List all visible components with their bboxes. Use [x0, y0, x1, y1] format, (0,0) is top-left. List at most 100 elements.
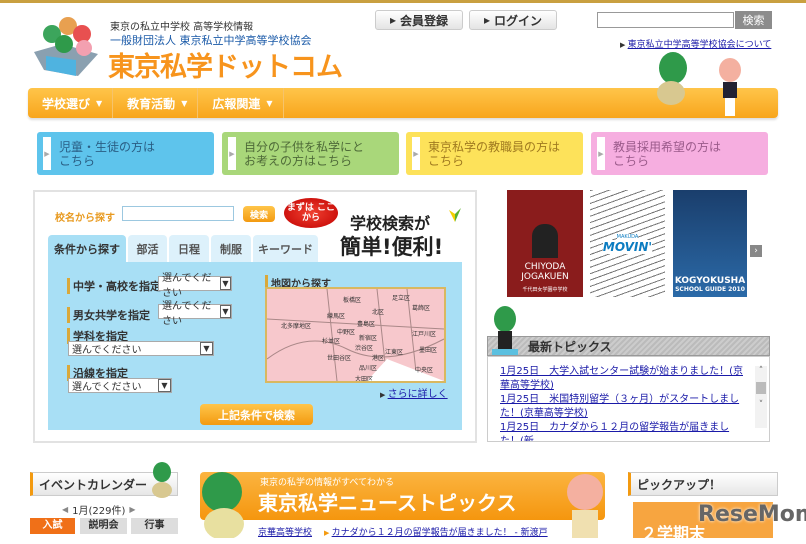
ward-label: 新宿区: [359, 335, 378, 342]
scroll-thumb[interactable]: [756, 382, 766, 394]
calendar-tab-exam[interactable]: 入試: [30, 518, 75, 534]
brochure-chiyoda[interactable]: CHIYODA JOGAKUEN 千代田女学園中学校: [507, 190, 583, 297]
triangle-right-icon: ▶: [620, 41, 628, 49]
audience-line1: 教員採用希望の方は: [613, 139, 722, 154]
select-value: 選んでください: [72, 382, 142, 393]
start-here-badge: まずは ここから: [284, 198, 338, 228]
news-ticker: 京華高等学校 ▶ カナダから１２月の留学報告が届きました！ - 新渡戸: [258, 525, 548, 538]
ward-label: 港区: [372, 355, 385, 362]
pickup-header: ピックアップ！: [628, 472, 778, 496]
green-mascot: [192, 470, 252, 540]
calendar-tab-briefing[interactable]: 説明会: [80, 518, 127, 534]
ward-label: 世田谷区: [327, 355, 352, 362]
nav-item-education[interactable]: 教育活動 ▼: [113, 88, 199, 118]
tagline: 東京の私立中学校 高等学校情報: [110, 22, 254, 33]
chevron-down-icon: ▼: [219, 305, 231, 318]
coed-select[interactable]: 選んでください ▼: [158, 301, 232, 327]
name-search-button[interactable]: 検索: [243, 206, 275, 222]
audience-applicants-button[interactable]: ▶ 教員採用希望の方は こちら: [591, 132, 768, 175]
audience-students-button[interactable]: ▶ 児童・生徒の方は こちら: [37, 132, 214, 175]
nav-item-pr[interactable]: 広報関連 ▼: [198, 88, 284, 118]
tab-uniform[interactable]: 制服: [211, 235, 251, 262]
triangle-right-icon: ▶: [380, 391, 388, 399]
brochure-kogyokusha[interactable]: KOGYOKUSHA SCHOOL GUIDE 2010: [673, 190, 747, 297]
register-button[interactable]: ▸ 会員登録: [375, 10, 463, 30]
tab-club[interactable]: 部活: [128, 235, 167, 262]
carousel-next-button[interactable]: ›: [750, 245, 762, 257]
tab-keyword[interactable]: キーワード: [253, 235, 318, 262]
brochure-makuda[interactable]: MAKUDA MOVIN': [590, 190, 665, 297]
school-level-label: 中学・高校を指定: [67, 278, 161, 294]
calendar-tab-events[interactable]: 行事: [131, 518, 178, 534]
ward-label: 板橋区: [343, 297, 362, 304]
nav-label: 学校選び: [42, 96, 91, 111]
ward-label: 品川区: [359, 365, 378, 372]
triangle-right-icon: ▶: [228, 137, 236, 170]
topic-link[interactable]: 1月25日 カナダから１２月の留学報告が届きました！(新: [500, 422, 729, 441]
topic-link[interactable]: 1月25日 大学入試センター試験が始まりました！(京華高等学校): [500, 366, 743, 391]
school-name-input[interactable]: [122, 206, 234, 221]
topics-scrollbar[interactable]: ˄ ˅: [755, 366, 767, 428]
nav-item-school-choice[interactable]: 学校選び ▼: [28, 88, 114, 118]
ward-label: 豊島区: [357, 321, 376, 328]
site-search-button[interactable]: 検索: [735, 11, 772, 29]
ward-label: 北区: [372, 309, 385, 316]
beginner-leaf-icon: [448, 206, 462, 222]
chevron-down-icon: ▼: [200, 342, 213, 355]
triangle-right-icon: ▸: [389, 13, 396, 27]
condition-search-button[interactable]: 上記条件で検索: [200, 404, 313, 425]
scroll-up-icon[interactable]: ˄: [755, 366, 767, 376]
calendar-month: 1月(229件): [72, 506, 126, 517]
ward-label: 江東区: [385, 349, 404, 356]
prev-month-icon[interactable]: ◀: [62, 505, 68, 514]
mascot-icon: [487, 305, 523, 361]
nav-label: 教育活動: [127, 96, 176, 111]
news-title: 東京私学ニューストピックス: [258, 491, 517, 515]
login-button[interactable]: ▸ ログイン: [469, 10, 557, 30]
triangle-right-icon: ▶: [324, 529, 332, 537]
calendar-month-nav: ◀ 1月(229件) ▶: [62, 502, 136, 517]
railway-select[interactable]: 選んでください ▼: [68, 378, 172, 393]
mascots-illustration: [645, 48, 755, 118]
coed-label: 男女共学を指定: [67, 307, 150, 323]
ward-label: 足立区: [392, 295, 411, 302]
ward-label: 杉並区: [322, 338, 341, 345]
map-more-link[interactable]: さらに詳しく: [388, 389, 448, 400]
mascot-box-logo: [32, 14, 102, 78]
department-select[interactable]: 選んでください ▼: [68, 341, 214, 356]
ward-label: 葛飾区: [412, 305, 431, 312]
audience-line2: お考えの方はこちら: [244, 153, 353, 168]
next-month-icon[interactable]: ▶: [129, 505, 135, 514]
topics-list: 1月25日 大学入試センター試験が始まりました！(京華高等学校) 1月25日 米…: [487, 356, 770, 442]
ward-label: 渋谷区: [355, 345, 374, 352]
select-value: 選んでください: [72, 345, 142, 356]
audience-parents-button[interactable]: ▶ 自分の子供を私学にと お考えの方はこちら: [222, 132, 399, 175]
chevron-down-icon: ▼: [96, 98, 103, 108]
audience-line1: 児童・生徒の方は: [59, 139, 156, 154]
brochure-title: CHIYODA JOGAKUEN: [521, 262, 569, 282]
site-search-input[interactable]: [597, 12, 734, 28]
audience-line2: こちら: [428, 153, 465, 168]
school-level-select[interactable]: 選んでください ▼: [158, 273, 232, 299]
tab-conditions[interactable]: 条件から探す: [48, 235, 126, 262]
ward-label: 大田区: [355, 376, 374, 383]
tab-schedule[interactable]: 日程: [169, 235, 209, 262]
tokyo-map[interactable]: 板橋区 足立区 北区 葛飾区 練馬区 豊島区 北多摩地区 中野区 杉並区 新宿区…: [265, 287, 446, 383]
ticker-link[interactable]: 京華高等学校: [258, 525, 312, 538]
top-border: [0, 0, 806, 3]
audience-line2: こちら: [613, 153, 650, 168]
topics-header: 最新トピックス: [487, 336, 770, 356]
audience-line1: 自分の子供を私学にと: [244, 139, 365, 154]
brochure-subtitle: SCHOOL GUIDE 2010: [675, 286, 745, 293]
chevron-down-icon: ▼: [158, 379, 171, 392]
topic-link[interactable]: 1月25日 米国特別留学（３ヶ月）がスタートしました！(京華高等学校): [500, 394, 739, 419]
scroll-down-icon[interactable]: ˅: [755, 400, 767, 410]
ticker-link[interactable]: カナダから１２月の留学報告が届きました！ - 新渡戸: [332, 528, 548, 538]
student-photo: [532, 224, 558, 258]
ward-label: 中野区: [337, 329, 356, 336]
site-title[interactable]: 東京私学ドットコム: [108, 45, 343, 84]
ward-label: 江戸川区: [412, 331, 437, 338]
select-value: 選んでください: [162, 272, 212, 299]
register-label: 会員登録: [400, 13, 449, 28]
audience-staff-button[interactable]: ▶ 東京私学の教職員の方は こちら: [406, 132, 583, 175]
